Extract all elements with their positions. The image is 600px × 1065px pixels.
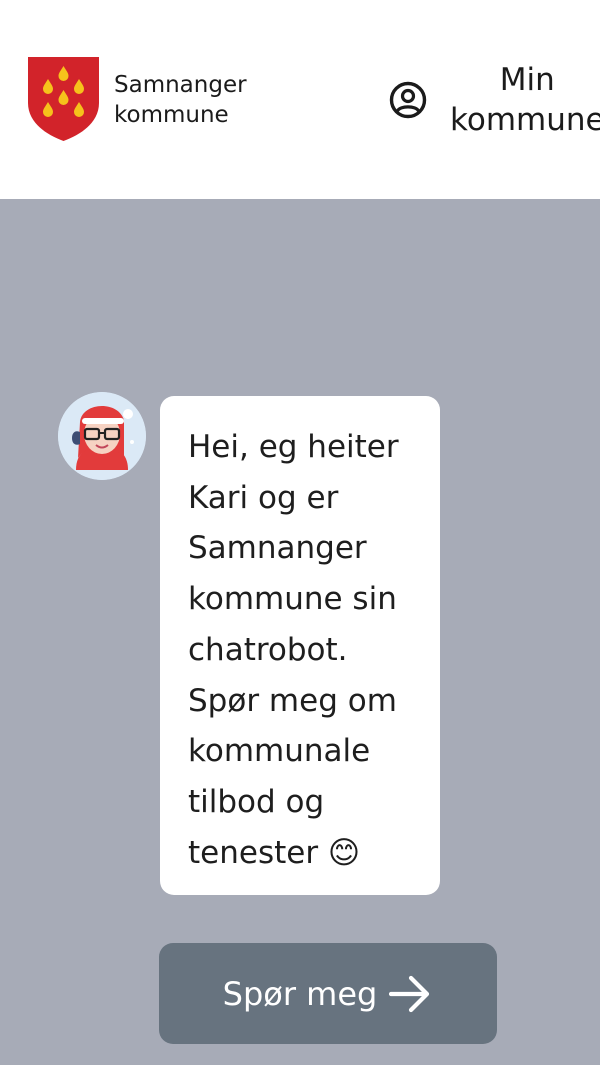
my-municipality-label: Min kommune [450,60,600,140]
brand-line-2: kommune [114,102,229,128]
chatbot-avatar [58,392,146,480]
arrow-right-icon [389,975,430,1012]
my-municipality-line-2: kommune [450,102,600,138]
municipality-name: Samnanger kommune [114,70,247,130]
ask-me-button-label: Spør meg [222,974,378,1013]
user-circle-icon [389,81,427,119]
site-header: Samnanger kommune Min kommune [0,0,600,199]
santa-avatar-icon [58,392,146,480]
ask-me-button[interactable]: Spør meg [159,943,497,1044]
home-logo-link[interactable] [28,57,99,141]
brand-line-1: Samnanger [114,72,247,98]
my-municipality-line-1: Min [499,62,555,98]
chat-area: Hei, eg heiter Kari og er Samnanger komm… [0,199,600,1065]
coat-of-arms-icon [28,57,99,141]
chat-message-bubble: Hei, eg heiter Kari og er Samnanger komm… [160,396,440,895]
chat-message-text: Hei, eg heiter Kari og er Samnanger komm… [188,429,399,871]
